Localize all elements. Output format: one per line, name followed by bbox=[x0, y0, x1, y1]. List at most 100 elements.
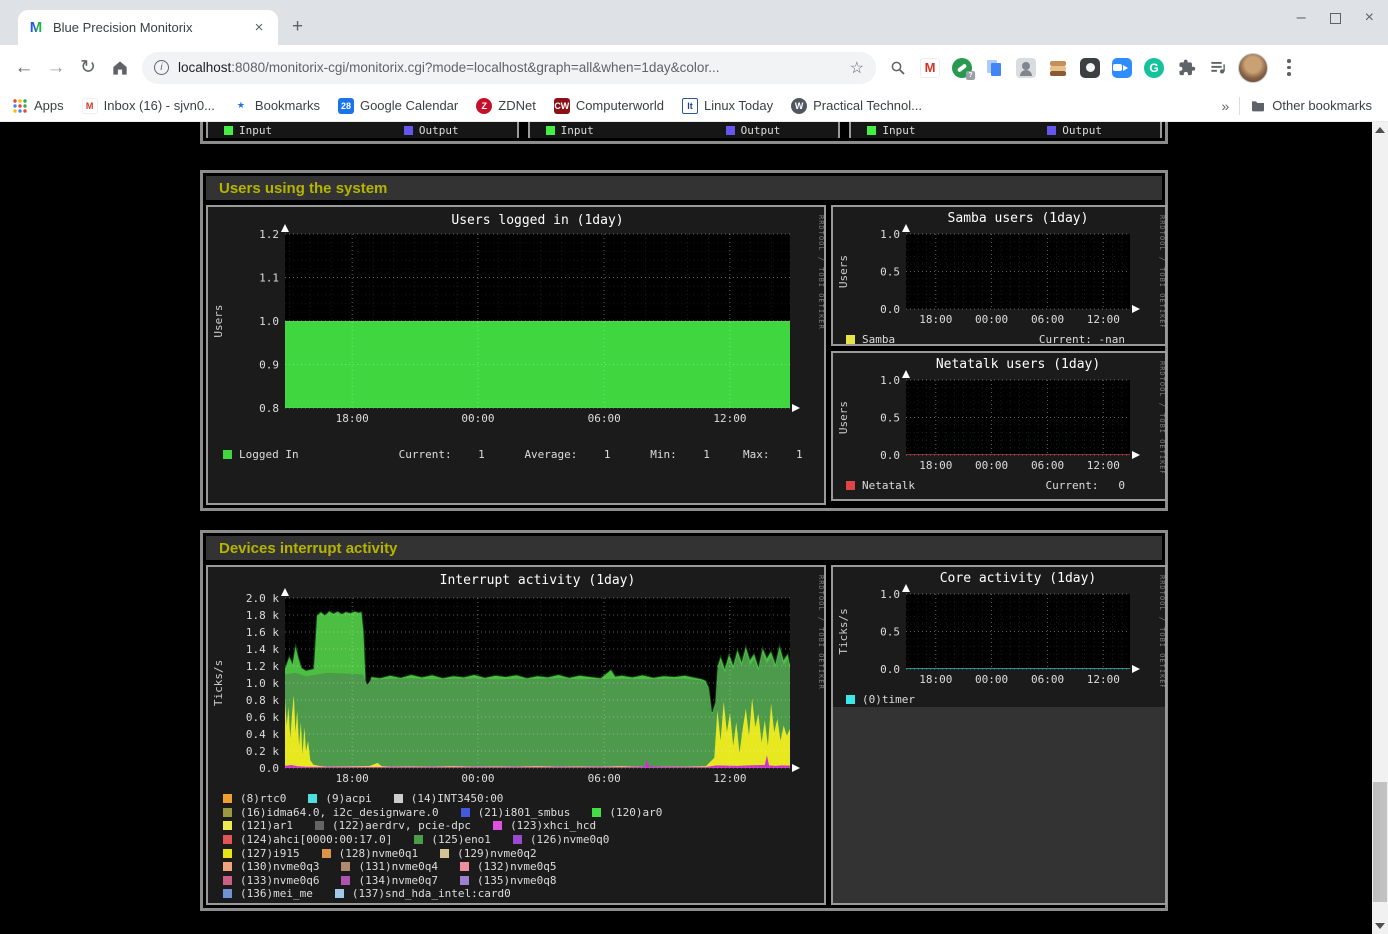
legend-color-swatch bbox=[513, 835, 522, 844]
voice-icon[interactable]: ? bbox=[952, 58, 972, 78]
vertical-scrollbar[interactable] bbox=[1372, 122, 1388, 934]
forward-button[interactable]: → bbox=[40, 52, 72, 84]
samba-chart-title: Samba users (1day) bbox=[948, 211, 1089, 226]
bookmark-item-apps[interactable]: Apps bbox=[12, 98, 64, 114]
legend-label: (135)nvme0q8 bbox=[477, 874, 556, 887]
legend-color-swatch bbox=[223, 849, 232, 858]
interrupt-activity-graph[interactable]: 0.00.2 k0.4 k0.6 k0.8 k1.0 k1.2 k1.4 k1.… bbox=[206, 565, 826, 905]
wordpress-icon[interactable]: W bbox=[791, 98, 807, 114]
svg-text:0.4 k: 0.4 k bbox=[246, 728, 279, 741]
zdnet-icon[interactable]: Z bbox=[476, 98, 492, 114]
users-section-header: Users using the system bbox=[206, 176, 1162, 200]
profile-avatar[interactable] bbox=[1238, 53, 1268, 83]
input-color-swatch bbox=[546, 126, 555, 135]
interrupt-legend-item: (9)acpi bbox=[308, 792, 371, 805]
svg-text:0.2 k: 0.2 k bbox=[246, 745, 279, 758]
tab-close-icon[interactable]: × bbox=[250, 19, 268, 37]
devices-section-title: Devices interrupt activity bbox=[219, 540, 397, 557]
users-logged-in-graph[interactable]: 0.80.91.01.11.218:0000:0006:0012:00Users… bbox=[206, 205, 826, 505]
svg-text:00:00: 00:00 bbox=[975, 673, 1008, 686]
svg-text:06:00: 06:00 bbox=[1031, 313, 1064, 326]
apps-grid-icon[interactable] bbox=[12, 98, 28, 114]
core-rrdtool-watermark: RRDTOOL / TOBI OETIKER bbox=[1158, 575, 1165, 687]
legend-color-swatch bbox=[846, 335, 855, 344]
svg-text:1.1: 1.1 bbox=[259, 272, 279, 285]
bookmark-item-google-calendar[interactable]: 28Google Calendar bbox=[338, 98, 458, 114]
other-bookmarks-folder[interactable]: Other bookmarks bbox=[1250, 98, 1372, 114]
partial-graph-cell[interactable]: Input Output bbox=[528, 122, 841, 138]
legend-label: (124)ahci[0000:00:17.0] bbox=[240, 833, 392, 846]
scroll-up-arrow-icon[interactable] bbox=[1372, 122, 1388, 138]
scrollbar-thumb[interactable] bbox=[1373, 782, 1387, 902]
page-info-icon[interactable]: i bbox=[154, 60, 169, 75]
partial-graph-cell[interactable]: InputOutput bbox=[206, 122, 519, 138]
bookmark-item-zdnet[interactable]: ZZDNet bbox=[476, 98, 536, 114]
bookmark-item-bookmarks[interactable]: ★Bookmarks bbox=[233, 98, 320, 114]
interrupt-legend-item: (131)nvme0q4 bbox=[341, 860, 437, 873]
computerworld-icon[interactable]: CW bbox=[554, 98, 570, 114]
home-button[interactable] bbox=[104, 52, 136, 84]
bookmark-star-icon[interactable]: ☆ bbox=[850, 58, 864, 78]
svg-text:1.4 k: 1.4 k bbox=[246, 643, 279, 656]
window-maximize-button[interactable] bbox=[1330, 13, 1341, 24]
window-minimize-button[interactable]: – bbox=[1297, 9, 1306, 27]
books-stack-icon[interactable] bbox=[1048, 58, 1068, 78]
bookmark-item-computerworld[interactable]: CWComputerworld bbox=[554, 98, 664, 114]
netatalk-users-graph[interactable]: 0.00.51.018:0000:0006:0012:00Netatalk us… bbox=[831, 351, 1167, 501]
svg-text:0.5: 0.5 bbox=[880, 412, 900, 425]
gmail-icon[interactable]: M bbox=[920, 58, 940, 78]
person-extension-icon[interactable] bbox=[1016, 58, 1036, 78]
netatalk-rrdtool-watermark: RRDTOOL / TOBI OETIKER bbox=[1158, 361, 1165, 473]
bookmark-item-linux-today[interactable]: ltLinux Today bbox=[682, 98, 773, 114]
url-host: localhost bbox=[178, 60, 231, 75]
new-tab-button[interactable]: + bbox=[292, 16, 303, 38]
search-icon[interactable] bbox=[888, 58, 908, 78]
core-activity-graph[interactable]: 0.00.51.018:0000:0006:0012:00Core activi… bbox=[831, 565, 1167, 905]
svg-text:0.5: 0.5 bbox=[880, 626, 900, 639]
legend-color-swatch bbox=[322, 849, 331, 858]
legend-color-swatch bbox=[308, 794, 317, 803]
legend-color-swatch bbox=[493, 821, 502, 830]
browser-tab[interactable]: M Blue Precision Monitorix × bbox=[18, 10, 278, 45]
star-icon[interactable]: ★ bbox=[233, 98, 249, 114]
back-button[interactable]: ← bbox=[8, 52, 40, 84]
input-label: Input bbox=[561, 124, 594, 137]
grammarly-icon[interactable]: G bbox=[1144, 58, 1164, 78]
address-bar[interactable]: i localhost:8080/monitorix-cgi/monitorix… bbox=[142, 52, 876, 84]
output-legend: Output bbox=[726, 124, 781, 137]
legend-label: (132)nvme0q5 bbox=[477, 860, 556, 873]
legend-color-swatch bbox=[846, 695, 855, 704]
calendar-icon[interactable]: 28 bbox=[338, 98, 354, 114]
gmail-icon[interactable]: M bbox=[82, 98, 98, 114]
interrupt-legend-row: (124)ahci[0000:00:17.0](125)eno1(126)nvm… bbox=[223, 833, 824, 847]
users-chart-title: Users logged in (1day) bbox=[451, 213, 623, 228]
linuxtoday-icon[interactable]: lt bbox=[682, 98, 698, 114]
window-close-button[interactable]: × bbox=[1365, 9, 1374, 27]
legend-color-swatch bbox=[223, 835, 232, 844]
svg-text:1.2 k: 1.2 k bbox=[246, 660, 279, 673]
output-label: Output bbox=[419, 124, 459, 137]
interrupt-legend-row: (136)mei_me(137)snd_hda_intel:card0 bbox=[223, 887, 824, 901]
music-queue-icon[interactable] bbox=[1208, 58, 1228, 78]
url-text[interactable]: localhost:8080/monitorix-cgi/monitorix.c… bbox=[178, 60, 850, 75]
bookmark-item-inbox-16-sjvn0[interactable]: MInbox (16) - sjvn0... bbox=[82, 98, 215, 114]
puzzle-icon[interactable] bbox=[1176, 58, 1196, 78]
samba-users-graph[interactable]: 0.00.51.018:0000:0006:0012:00Samba users… bbox=[831, 205, 1167, 346]
bookmark-label: Apps bbox=[34, 98, 64, 113]
reload-button[interactable]: ↻ bbox=[72, 52, 104, 84]
interrupt-legend-item: (8)rtc0 bbox=[223, 792, 286, 805]
interrupt-chart-title: Interrupt activity (1day) bbox=[440, 573, 636, 588]
copy-icon[interactable] bbox=[984, 58, 1004, 78]
browser-menu-icon[interactable] bbox=[1280, 59, 1298, 76]
bulb-icon[interactable] bbox=[1080, 58, 1100, 78]
partial-graph-cell[interactable]: InputOutput bbox=[849, 122, 1162, 138]
svg-text:12:00: 12:00 bbox=[713, 772, 746, 782]
zoom-icon[interactable] bbox=[1112, 58, 1132, 78]
bookmark-item-practical-technol[interactable]: WPractical Technol... bbox=[791, 98, 922, 114]
samba-rrdtool-watermark: RRDTOOL / TOBI OETIKER bbox=[1158, 215, 1165, 327]
core-ylabel: Ticks/s bbox=[837, 608, 850, 654]
scroll-down-arrow-icon[interactable] bbox=[1372, 918, 1388, 934]
bookmarks-overflow-chevron[interactable]: » bbox=[1222, 98, 1230, 114]
input-label: Input bbox=[882, 124, 915, 137]
legend-color-swatch bbox=[414, 835, 423, 844]
